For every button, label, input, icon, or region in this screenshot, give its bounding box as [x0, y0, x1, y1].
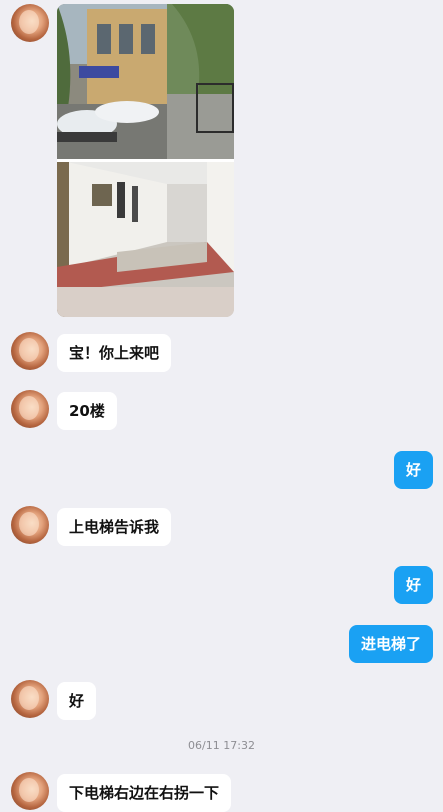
photo-message-group: [57, 4, 234, 317]
contact-avatar[interactable]: [11, 4, 49, 42]
photo-building-corridor[interactable]: [57, 162, 234, 317]
outgoing-message-bubble[interactable]: 好: [393, 451, 433, 489]
incoming-message-bubble[interactable]: 上电梯告诉我: [57, 508, 172, 546]
contact-avatar[interactable]: [11, 332, 49, 370]
incoming-message-bubble[interactable]: 好: [57, 682, 97, 720]
photo-street-entrance[interactable]: [57, 4, 234, 159]
contact-avatar[interactable]: [11, 390, 49, 428]
contact-avatar[interactable]: [11, 506, 49, 544]
incoming-message-bubble[interactable]: 20楼: [57, 392, 117, 430]
incoming-message-bubble[interactable]: 宝！你上来吧: [57, 334, 172, 372]
outgoing-message-bubble[interactable]: 进电梯了: [348, 625, 433, 663]
outgoing-message-bubble[interactable]: 好: [393, 566, 433, 604]
message-timestamp: 06/11 17:32: [188, 739, 255, 752]
contact-avatar[interactable]: [11, 680, 49, 718]
incoming-message-bubble[interactable]: 下电梯右边在右拐一下: [57, 774, 232, 812]
contact-avatar[interactable]: [11, 772, 49, 810]
